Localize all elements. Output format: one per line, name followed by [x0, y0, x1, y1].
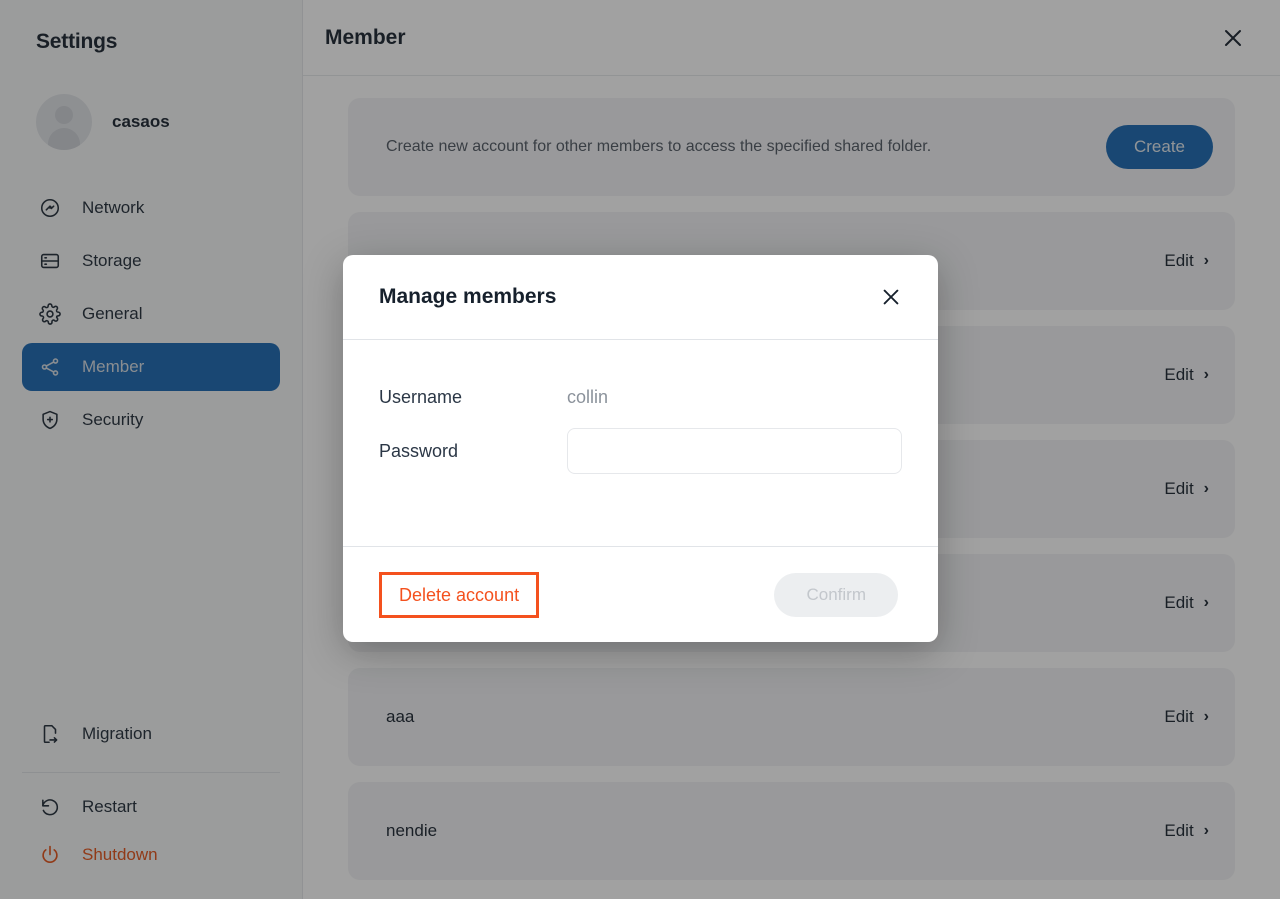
dialog-header: Manage members: [343, 255, 938, 340]
dialog-footer: Delete account Confirm: [343, 546, 938, 642]
close-icon[interactable]: [874, 280, 908, 314]
username-row: Username collin: [379, 370, 902, 424]
dialog-title: Manage members: [379, 285, 557, 308]
password-row: Password: [379, 424, 902, 478]
username-label: Username: [379, 386, 463, 407]
settings-window: Settings casaos Network Storage General …: [0, 0, 1280, 899]
confirm-button[interactable]: Confirm: [774, 572, 898, 617]
password-field[interactable]: [567, 428, 902, 474]
username-value: collin: [567, 386, 609, 407]
dialog-body: Username collin Password: [343, 340, 938, 546]
password-label: Password: [379, 440, 459, 461]
delete-account-button[interactable]: Delete account: [379, 571, 540, 618]
manage-members-dialog: Manage members Username collin Password …: [343, 255, 938, 642]
